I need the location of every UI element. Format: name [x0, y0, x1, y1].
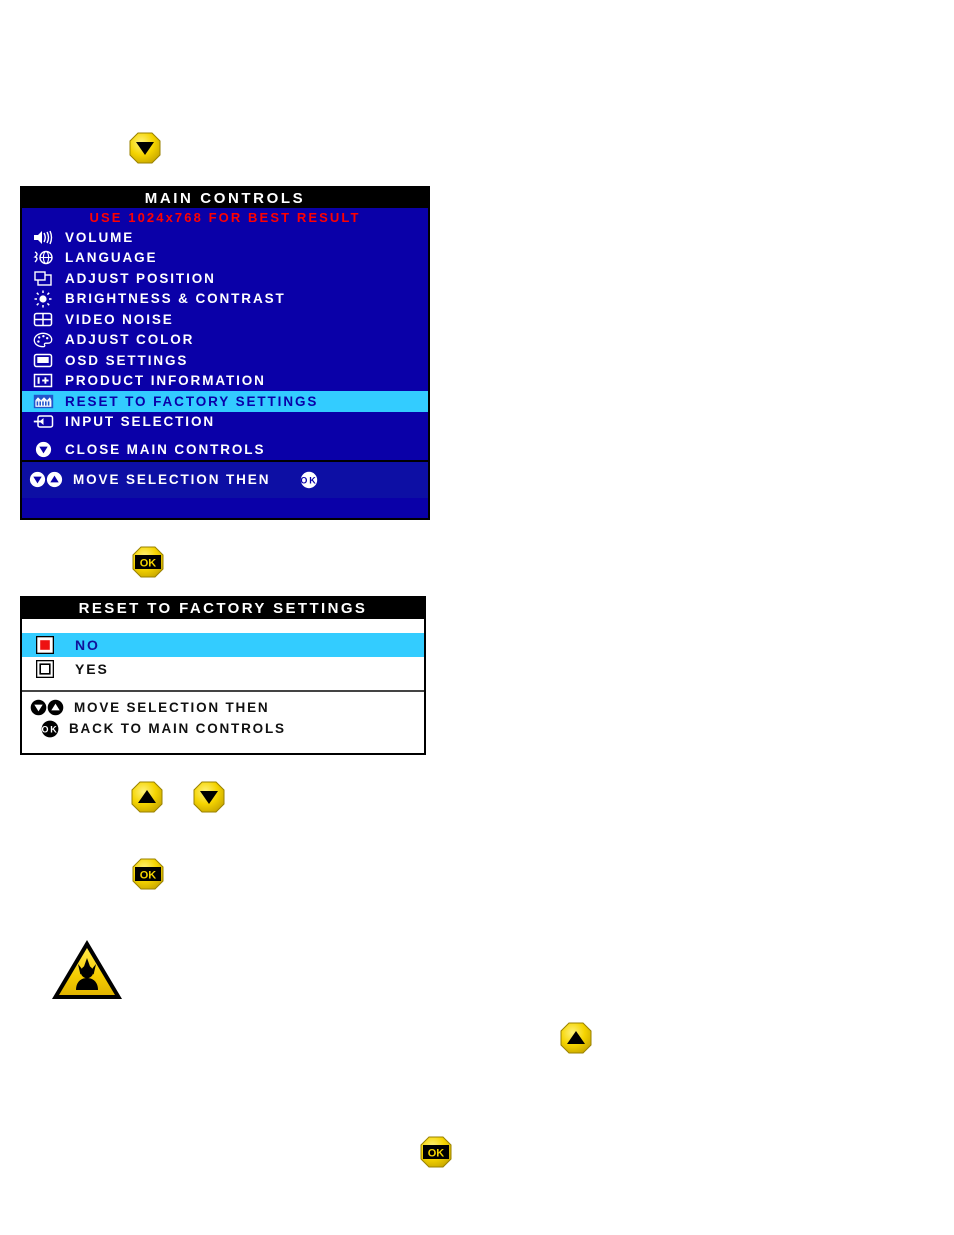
- reset-dialog-title: RESET TO FACTORY SETTINGS: [22, 598, 424, 619]
- menu-item-label: VOLUME: [65, 229, 135, 245]
- footer-move-icons: [30, 699, 64, 716]
- menu-item-label: ADJUST COLOR: [65, 332, 195, 348]
- video-noise-grid-icon: [26, 312, 60, 327]
- ok-octagon-button-after-pair[interactable]: OK: [131, 857, 165, 891]
- reset-factory-icon: [26, 394, 60, 409]
- menu-item-label: PRODUCT INFORMATION: [65, 373, 266, 389]
- up-circle-icon: [46, 471, 63, 488]
- radio-filled-red-icon: [28, 636, 62, 654]
- color-palette-icon: [26, 332, 60, 348]
- down-arrow-octagon-button-top[interactable]: [128, 131, 162, 165]
- menu-item-language[interactable]: LANGUAGE: [22, 248, 428, 269]
- language-globe-icon: [26, 250, 60, 265]
- menu-item-label: ADJUST POSITION: [65, 270, 216, 286]
- menu-item-close-main-controls[interactable]: CLOSE MAIN CONTROLS: [22, 439, 428, 460]
- down-circle-icon: [29, 471, 46, 488]
- svg-text:OK: OK: [140, 870, 157, 882]
- reset-footer-hint-2: BACK TO MAIN CONTROLS: [69, 721, 286, 736]
- menu-item-label: VIDEO NOISE: [65, 311, 174, 327]
- osd-title: MAIN CONTROLS: [22, 188, 428, 208]
- warning-triangle-icon: [48, 936, 126, 1004]
- reset-dialog-footer: MOVE SELECTION THEN OK BACK TO MAIN CONT…: [22, 690, 424, 742]
- ok-octagon-button-bottom[interactable]: OK: [419, 1135, 453, 1169]
- adjust-position-icon: [26, 270, 60, 286]
- menu-spacer: [22, 432, 428, 439]
- footer-move-icons: [29, 471, 63, 488]
- up-arrow-octagon-button-right[interactable]: [559, 1021, 593, 1055]
- footer-ok-icon-wrap: OK: [41, 720, 59, 738]
- reset-option-yes[interactable]: YES: [22, 657, 424, 681]
- brightness-sun-icon: [26, 290, 60, 308]
- speaker-volume-icon: [26, 230, 60, 245]
- menu-item-brightness-contrast[interactable]: BRIGHTNESS & CONTRAST: [22, 289, 428, 310]
- down-arrow-octagon-button-pair[interactable]: [192, 780, 226, 814]
- menu-item-adjust-position[interactable]: ADJUST POSITION: [22, 268, 428, 289]
- osd-screen-icon: [26, 353, 60, 368]
- ok-octagon-button-middle[interactable]: OK: [131, 545, 165, 579]
- up-arrow-octagon-button-pair[interactable]: [130, 780, 164, 814]
- osd-footer-hint: MOVE SELECTION THEN OK: [22, 459, 428, 498]
- menu-item-adjust-color[interactable]: ADJUST COLOR: [22, 330, 428, 351]
- menu-item-label: INPUT SELECTION: [65, 414, 216, 430]
- input-selection-icon: [26, 414, 60, 429]
- ok-circle-icon: OK: [300, 471, 318, 489]
- menu-item-label: LANGUAGE: [65, 250, 158, 266]
- menu-item-input-selection[interactable]: INPUT SELECTION: [22, 412, 428, 433]
- osd-subtitle: USE 1024x768 FOR BEST RESULT: [22, 208, 428, 227]
- reset-dialog-blank-row: [22, 619, 424, 633]
- reset-option-label: YES: [75, 661, 109, 677]
- svg-text:OK: OK: [41, 724, 58, 734]
- radio-empty-black-icon: [28, 660, 62, 678]
- menu-item-video-noise[interactable]: VIDEO NOISE: [22, 309, 428, 330]
- menu-item-label: RESET TO FACTORY SETTINGS: [65, 393, 319, 409]
- menu-item-osd-settings[interactable]: OSD SETTINGS: [22, 350, 428, 371]
- svg-text:OK: OK: [301, 475, 318, 485]
- reset-footer-hint-1: MOVE SELECTION THEN: [74, 700, 270, 715]
- menu-item-reset-to-factory-settings[interactable]: RESET TO FACTORY SETTINGS: [22, 391, 428, 412]
- menu-item-product-information[interactable]: PRODUCT INFORMATION: [22, 371, 428, 392]
- footer-hint-text: MOVE SELECTION THEN: [73, 472, 271, 487]
- menu-item-label: OSD SETTINGS: [65, 352, 189, 368]
- product-information-icon: [26, 373, 60, 388]
- osd-menu-list: VOLUME LANGUAGE ADJUST POSITION BRIGHTNE…: [22, 227, 428, 460]
- svg-text:OK: OK: [140, 558, 157, 570]
- up-circle-icon: [47, 699, 64, 716]
- reset-option-no[interactable]: NO: [22, 633, 424, 657]
- menu-item-label: BRIGHTNESS & CONTRAST: [65, 291, 286, 307]
- ok-circle-icon: OK: [41, 720, 59, 738]
- close-down-circle-icon: [26, 441, 60, 458]
- reset-footer-line-1: MOVE SELECTION THEN: [22, 697, 424, 718]
- main-controls-osd-panel: MAIN CONTROLS USE 1024x768 FOR BEST RESU…: [20, 186, 430, 520]
- menu-item-label: CLOSE MAIN CONTROLS: [65, 441, 266, 457]
- reset-footer-line-2: OK BACK TO MAIN CONTROLS: [22, 718, 424, 739]
- reset-option-label: NO: [75, 637, 100, 653]
- reset-dialog-gap: [22, 681, 424, 690]
- reset-to-factory-settings-dialog: RESET TO FACTORY SETTINGS NO YES MOVE SE…: [20, 596, 426, 755]
- menu-item-volume[interactable]: VOLUME: [22, 227, 428, 248]
- svg-text:OK: OK: [428, 1148, 445, 1160]
- down-circle-icon: [30, 699, 47, 716]
